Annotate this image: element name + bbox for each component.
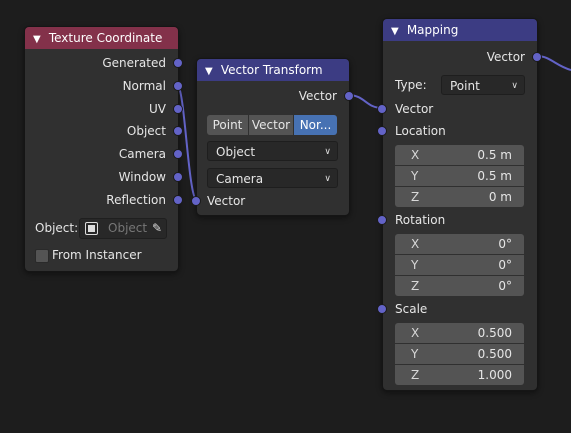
socket-rotation-in[interactable]: [377, 215, 387, 225]
eyedropper-icon[interactable]: ✎: [152, 219, 162, 238]
chevron-down-icon[interactable]: ▼: [33, 29, 45, 51]
socket-vector-out[interactable]: [344, 91, 354, 101]
output-uv: UV: [149, 102, 166, 116]
output-generated: Generated: [102, 56, 166, 70]
field-value: 1.000: [477, 368, 512, 382]
segment-normal[interactable]: Nor...: [294, 115, 337, 135]
output-normal: Normal: [122, 79, 166, 93]
field-value: 0.5 m: [477, 169, 512, 183]
chevron-down-icon: ∨: [511, 81, 518, 91]
type-value: Point: [450, 79, 480, 93]
axis-label: Z: [411, 190, 420, 204]
node-header[interactable]: ▼ Mapping: [383, 19, 537, 41]
convert-to-dropdown[interactable]: Camera ∨: [207, 168, 338, 188]
socket-scale-in[interactable]: [377, 304, 387, 314]
input-vector-label: Vector: [395, 102, 434, 116]
convert-from-dropdown[interactable]: Object ∨: [207, 141, 338, 161]
axis-label: Z: [411, 279, 420, 293]
object-selector[interactable]: Object ✎: [79, 218, 167, 239]
link-mapping-out[interactable]: [536, 55, 571, 71]
node-title: Texture Coordinate: [48, 31, 163, 45]
object-square-icon: [85, 222, 98, 235]
node-title: Mapping: [406, 23, 459, 37]
chevron-down-icon: ∨: [324, 174, 331, 184]
location-x-field[interactable]: X 0.5 m: [395, 145, 524, 165]
field-value: 0 m: [488, 190, 512, 204]
output-window: Window: [118, 170, 166, 184]
axis-label: Z: [411, 368, 420, 382]
object-placeholder: Object: [108, 221, 148, 235]
socket-mapping-vector-out[interactable]: [532, 52, 542, 62]
axis-label: X: [411, 148, 420, 162]
output-reflection: Reflection: [106, 193, 166, 207]
from-instancer-label: From Instancer: [52, 248, 142, 262]
field-value: 0.5 m: [477, 148, 512, 162]
node-header[interactable]: ▼ Texture Coordinate: [25, 27, 178, 49]
socket-camera-out[interactable]: [173, 149, 183, 159]
location-y-field[interactable]: Y 0.5 m: [395, 166, 524, 186]
socket-object-out[interactable]: [173, 126, 183, 136]
socket-vector-in[interactable]: [191, 196, 201, 206]
socket-reflection-out[interactable]: [173, 195, 183, 205]
location-label: Location: [395, 124, 446, 138]
output-camera: Camera: [118, 147, 166, 161]
link-normal-to-vector[interactable]: [176, 84, 198, 201]
vector-transform-node[interactable]: ▼ Vector Transform Vector Point Vector N…: [196, 58, 350, 216]
object-label: Object:: [35, 221, 79, 235]
convert-to-value: Camera: [216, 172, 264, 186]
chevron-down-icon[interactable]: ▼: [205, 61, 217, 83]
axis-label: X: [411, 326, 420, 340]
location-z-field[interactable]: Z 0 m: [395, 187, 524, 207]
axis-label: Y: [411, 258, 419, 272]
node-title: Vector Transform: [220, 63, 323, 77]
output-vector: Vector: [486, 50, 525, 64]
input-vector: Vector: [207, 194, 246, 208]
axis-label: Y: [411, 169, 419, 183]
field-value: 0.500: [477, 326, 512, 340]
rotation-x-field[interactable]: X 0°: [395, 234, 524, 254]
output-object: Object: [126, 124, 166, 138]
chevron-down-icon[interactable]: ▼: [391, 21, 403, 43]
axis-label: Y: [411, 347, 419, 361]
from-instancer-checkbox[interactable]: [35, 249, 49, 263]
mapping-node[interactable]: ▼ Mapping Vector Type: Point ∨ Vector Lo…: [382, 18, 538, 391]
scale-y-field[interactable]: Y 0.500: [395, 344, 524, 364]
rotation-label: Rotation: [395, 213, 446, 227]
segment-point[interactable]: Point: [207, 115, 248, 135]
rotation-y-field[interactable]: Y 0°: [395, 255, 524, 275]
socket-uv-out[interactable]: [173, 104, 183, 114]
field-value: 0°: [498, 279, 512, 293]
convert-from-value: Object: [216, 145, 256, 159]
scale-z-field[interactable]: Z 1.000: [395, 365, 524, 385]
field-value: 0°: [498, 237, 512, 251]
axis-label: X: [411, 237, 420, 251]
socket-generated-out[interactable]: [173, 58, 183, 68]
field-value: 0°: [498, 258, 512, 272]
chevron-down-icon: ∨: [324, 147, 331, 157]
output-vector: Vector: [298, 89, 337, 103]
scale-label: Scale: [395, 302, 428, 316]
socket-normal-out[interactable]: [173, 81, 183, 91]
socket-mapping-vector-in[interactable]: [377, 104, 387, 114]
texture-coordinate-node[interactable]: ▼ Texture Coordinate Generated Normal UV…: [24, 26, 179, 272]
socket-window-out[interactable]: [173, 172, 183, 182]
scale-x-field[interactable]: X 0.500: [395, 323, 524, 343]
socket-location-in[interactable]: [377, 126, 387, 136]
type-label: Type:: [395, 78, 427, 92]
type-dropdown[interactable]: Point ∨: [441, 75, 525, 95]
rotation-z-field[interactable]: Z 0°: [395, 276, 524, 296]
segment-vector[interactable]: Vector: [249, 115, 293, 135]
field-value: 0.500: [477, 347, 512, 361]
node-header[interactable]: ▼ Vector Transform: [197, 59, 349, 81]
